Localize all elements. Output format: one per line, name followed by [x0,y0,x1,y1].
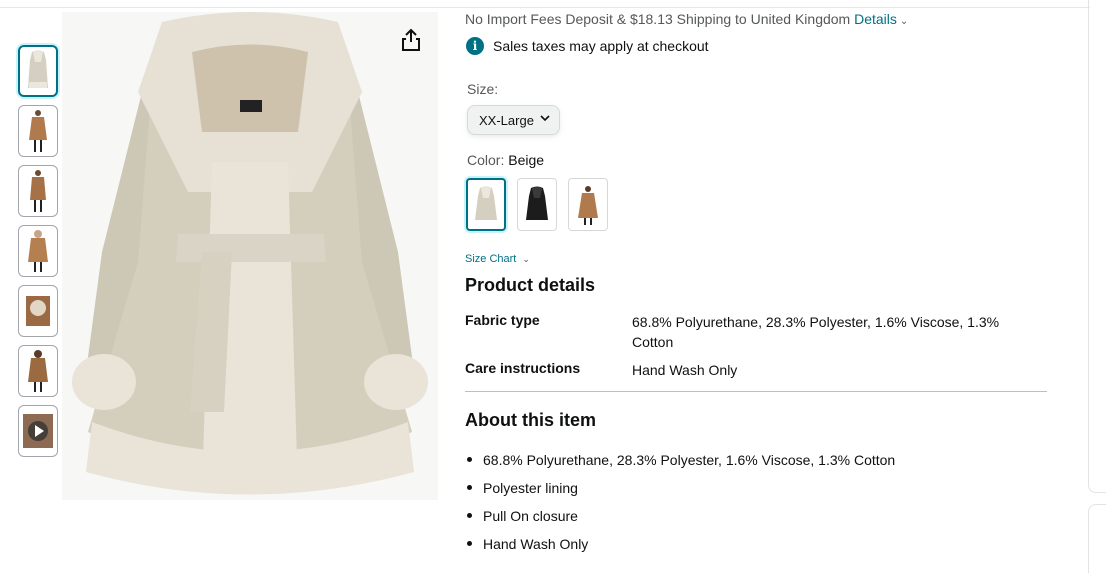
detail-key: Care instructions [465,360,581,376]
coat-image-icon [475,186,497,220]
thumbnail-coat-brown-hood[interactable] [18,225,58,277]
size-label: Size: [467,81,499,97]
coat-image-icon [29,110,47,152]
detail-value: 68.8% Polyurethane, 28.3% Polyester, 1.6… [632,314,1000,350]
list-item: Polyester lining [465,474,895,502]
coat-image-icon [62,12,438,500]
coat-image-icon [28,50,48,88]
thumbnail-coat-brown-side[interactable] [18,165,58,217]
color-swatch-brown[interactable] [568,178,608,231]
chevron-down-icon[interactable]: ⌄ [900,16,908,27]
share-icon[interactable] [400,28,422,52]
coat-image-icon [26,296,50,326]
coat-image-icon [526,186,548,220]
play-video-icon [23,414,53,448]
thumbnail-video[interactable] [18,405,58,457]
about-heading: About this item [465,410,596,430]
shipping-text: No Import Fees Deposit & $18.13 Shipping… [465,11,851,27]
info-icon: i [466,37,484,55]
color-swatch-black[interactable] [517,178,557,231]
color-swatch-beige[interactable] [466,178,506,231]
buy-box-edge-lower [1088,504,1106,573]
coat-image-icon [28,230,48,272]
thumbnail-strip [18,45,58,465]
color-swatches [466,178,619,231]
color-label: Color: Beige [467,152,544,168]
coat-image-icon [578,185,598,225]
tax-notice: i Sales taxes may apply at checkout [466,37,709,55]
detail-value: Hand Wash Only [632,362,738,378]
size-selected-value: XX-Large [479,112,534,128]
tax-notice-text: Sales taxes may apply at checkout [493,38,709,54]
thumbnail-coat-detail[interactable] [18,285,58,337]
list-item: Pull On closure [465,502,895,530]
size-chart-link[interactable]: Size Chart ⌄ [465,253,530,265]
about-bullet-list: 68.8% Polyurethane, 28.3% Polyester, 1.6… [465,446,895,558]
shipping-details-link[interactable]: Details [854,11,897,27]
color-selected-value: Beige [508,152,545,168]
color-label-text: Color: [467,152,505,168]
thumbnail-coat-brown-back[interactable] [18,345,58,397]
detail-key: Fabric type [465,312,540,328]
section-divider [465,391,1047,392]
thumbnail-coat-beige[interactable] [18,45,58,97]
size-chart-label: Size Chart [465,253,517,265]
chevron-down-icon [540,115,550,122]
top-divider [0,7,1090,8]
list-item: 68.8% Polyurethane, 28.3% Polyester, 1.6… [465,446,895,474]
coat-image-icon [28,350,48,392]
main-product-image[interactable] [62,12,438,500]
list-item: Hand Wash Only [465,530,895,558]
buy-box-edge [1088,0,1106,493]
shipping-info: No Import Fees Deposit & $18.13 Shipping… [465,11,908,27]
coat-image-icon [30,170,46,212]
size-dropdown[interactable]: XX-Large [467,105,560,135]
product-details-heading: Product details [465,275,596,295]
thumbnail-coat-brown[interactable] [18,105,58,157]
chevron-down-icon: ⌄ [522,254,530,264]
